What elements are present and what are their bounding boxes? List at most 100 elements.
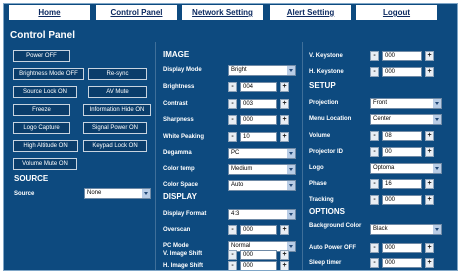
overscan-value[interactable]: 000 xyxy=(240,225,277,235)
phase-decrease-button[interactable]: - xyxy=(370,179,379,189)
color-space-label: Color Space xyxy=(163,182,199,188)
sleep-timer-increase-button[interactable]: + xyxy=(425,258,434,268)
sharpness-label: Sharpness xyxy=(163,117,194,123)
display-mode-select[interactable]: Bright xyxy=(228,65,296,76)
h-keystone-value[interactable]: 000 xyxy=(382,67,422,77)
menu-location-select[interactable]: Center xyxy=(370,114,442,125)
brightness-value[interactable]: 004 xyxy=(240,82,277,92)
h-image-shift-increase-button[interactable]: + xyxy=(280,261,289,270)
freeze-button[interactable]: Freeze xyxy=(13,104,70,116)
nav-alert-setting[interactable]: Alert Setting xyxy=(270,5,351,20)
keypad-lock-on-button[interactable]: Keypad Lock ON xyxy=(83,140,147,152)
chevron-down-icon xyxy=(287,181,295,190)
tracking-increase-button[interactable]: + xyxy=(425,195,434,205)
source-select[interactable]: None xyxy=(84,188,151,199)
v-keystone-decrease-button[interactable]: - xyxy=(370,51,379,61)
volume-label: Volume xyxy=(309,133,331,139)
h-keystone-decrease-button[interactable]: - xyxy=(370,67,379,77)
background-color-value: Black xyxy=(373,226,388,232)
signal-power-on-button[interactable]: Signal Power ON xyxy=(83,122,147,134)
sharpness-value[interactable]: 000 xyxy=(240,115,277,125)
volume-increase-button[interactable]: + xyxy=(425,131,434,141)
contrast-stepper: - 003 + xyxy=(228,99,292,110)
high-altitude-on-button[interactable]: High Altitude ON xyxy=(13,140,78,152)
display-section-title: DISPLAY xyxy=(163,192,197,201)
v-image-shift-label: V. Image Shift xyxy=(163,251,203,257)
background-color-select[interactable]: Black xyxy=(370,224,442,235)
projector-id-increase-button[interactable]: + xyxy=(425,147,434,157)
auto-power-off-decrease-button[interactable]: - xyxy=(370,243,379,253)
contrast-value[interactable]: 003 xyxy=(240,99,277,109)
brightness-mode-off-button[interactable]: Brightness Mode OFF xyxy=(13,68,84,80)
color-temp-select[interactable]: Medium xyxy=(228,164,296,175)
phase-stepper: - 16 + xyxy=(370,179,438,190)
sleep-timer-value[interactable]: 000 xyxy=(382,258,422,268)
sharpness-decrease-button[interactable]: - xyxy=(228,115,237,125)
projector-id-decrease-button[interactable]: - xyxy=(370,147,379,157)
sleep-timer-decrease-button[interactable]: - xyxy=(370,258,379,268)
chevron-down-icon xyxy=(287,210,295,219)
h-image-shift-value[interactable]: 000 xyxy=(240,261,277,270)
sharpness-increase-button[interactable]: + xyxy=(280,115,289,125)
white-peaking-value[interactable]: 10 xyxy=(240,132,277,142)
column-divider-right xyxy=(302,42,303,270)
color-space-value: Auto xyxy=(231,182,244,188)
volume-mute-on-button[interactable]: Volume Mute ON xyxy=(13,158,77,170)
source-lock-on-button[interactable]: Source Lock ON xyxy=(13,86,77,98)
sleep-timer-label: Sleep timer xyxy=(309,260,342,266)
brightness-decrease-button[interactable]: - xyxy=(228,82,237,92)
h-image-shift-decrease-button[interactable]: - xyxy=(228,261,237,270)
tracking-label: Tracking xyxy=(309,197,334,203)
overscan-increase-button[interactable]: + xyxy=(280,225,289,235)
v-keystone-increase-button[interactable]: + xyxy=(425,51,434,61)
logo-select[interactable]: Optoma xyxy=(370,163,442,174)
chevron-down-icon xyxy=(142,189,150,198)
v-keystone-value[interactable]: 000 xyxy=(382,51,422,61)
volume-value[interactable]: 08 xyxy=(382,131,422,141)
nav-logout[interactable]: Logout xyxy=(356,5,437,20)
h-keystone-label: H. Keystone xyxy=(309,69,344,75)
v-image-shift-increase-button[interactable]: + xyxy=(280,250,289,260)
background-color-label: Background Color xyxy=(309,223,362,229)
phase-increase-button[interactable]: + xyxy=(425,179,434,189)
re-sync-button[interactable]: Re-sync xyxy=(88,68,147,80)
source-label: Source xyxy=(14,191,35,197)
menu-location-value: Center xyxy=(373,116,392,122)
chevron-down-icon xyxy=(433,115,441,124)
color-space-select[interactable]: Auto xyxy=(228,180,296,191)
volume-decrease-button[interactable]: - xyxy=(370,131,379,141)
auto-power-off-value[interactable]: 000 xyxy=(382,243,422,253)
projector-id-value[interactable]: 00 xyxy=(382,147,422,157)
degamma-select[interactable]: PC xyxy=(228,148,296,159)
nav-control-panel[interactable]: Control Panel xyxy=(96,5,177,20)
v-image-shift-decrease-button[interactable]: - xyxy=(228,250,237,260)
auto-power-off-increase-button[interactable]: + xyxy=(425,243,434,253)
display-format-label: Display Format xyxy=(163,211,207,217)
contrast-decrease-button[interactable]: - xyxy=(228,99,237,109)
projection-select[interactable]: Front xyxy=(370,98,442,109)
h-keystone-increase-button[interactable]: + xyxy=(425,67,434,77)
column-divider-left xyxy=(155,42,156,270)
tracking-value[interactable]: 000 xyxy=(382,195,422,205)
power-off-button[interactable]: Power OFF xyxy=(13,50,70,62)
chevron-down-icon xyxy=(433,164,441,173)
overscan-decrease-button[interactable]: - xyxy=(228,225,237,235)
sharpness-stepper: - 000 + xyxy=(228,115,292,126)
logo-capture-button[interactable]: Logo Capture xyxy=(13,122,70,134)
display-format-select[interactable]: 4:3 xyxy=(228,209,296,220)
contrast-increase-button[interactable]: + xyxy=(280,99,289,109)
v-keystone-stepper: - 000 + xyxy=(370,51,438,62)
auto-power-off-label: Auto Power OFF xyxy=(309,245,356,251)
nav-home[interactable]: Home xyxy=(9,5,90,20)
white-peaking-decrease-button[interactable]: - xyxy=(228,132,237,142)
white-peaking-increase-button[interactable]: + xyxy=(280,132,289,142)
nav-network-setting[interactable]: Network Setting xyxy=(182,5,263,20)
tracking-decrease-button[interactable]: - xyxy=(370,195,379,205)
av-mute-button[interactable]: AV Mute xyxy=(88,86,147,98)
information-hide-on-button[interactable]: Information Hide ON xyxy=(83,104,151,116)
phase-value[interactable]: 16 xyxy=(382,179,422,189)
v-image-shift-value[interactable]: 000 xyxy=(240,250,277,260)
brightness-increase-button[interactable]: + xyxy=(280,82,289,92)
control-panel-frame: Home Control Panel Network Setting Alert… xyxy=(3,3,458,271)
pc-mode-value: Normal xyxy=(231,243,251,249)
